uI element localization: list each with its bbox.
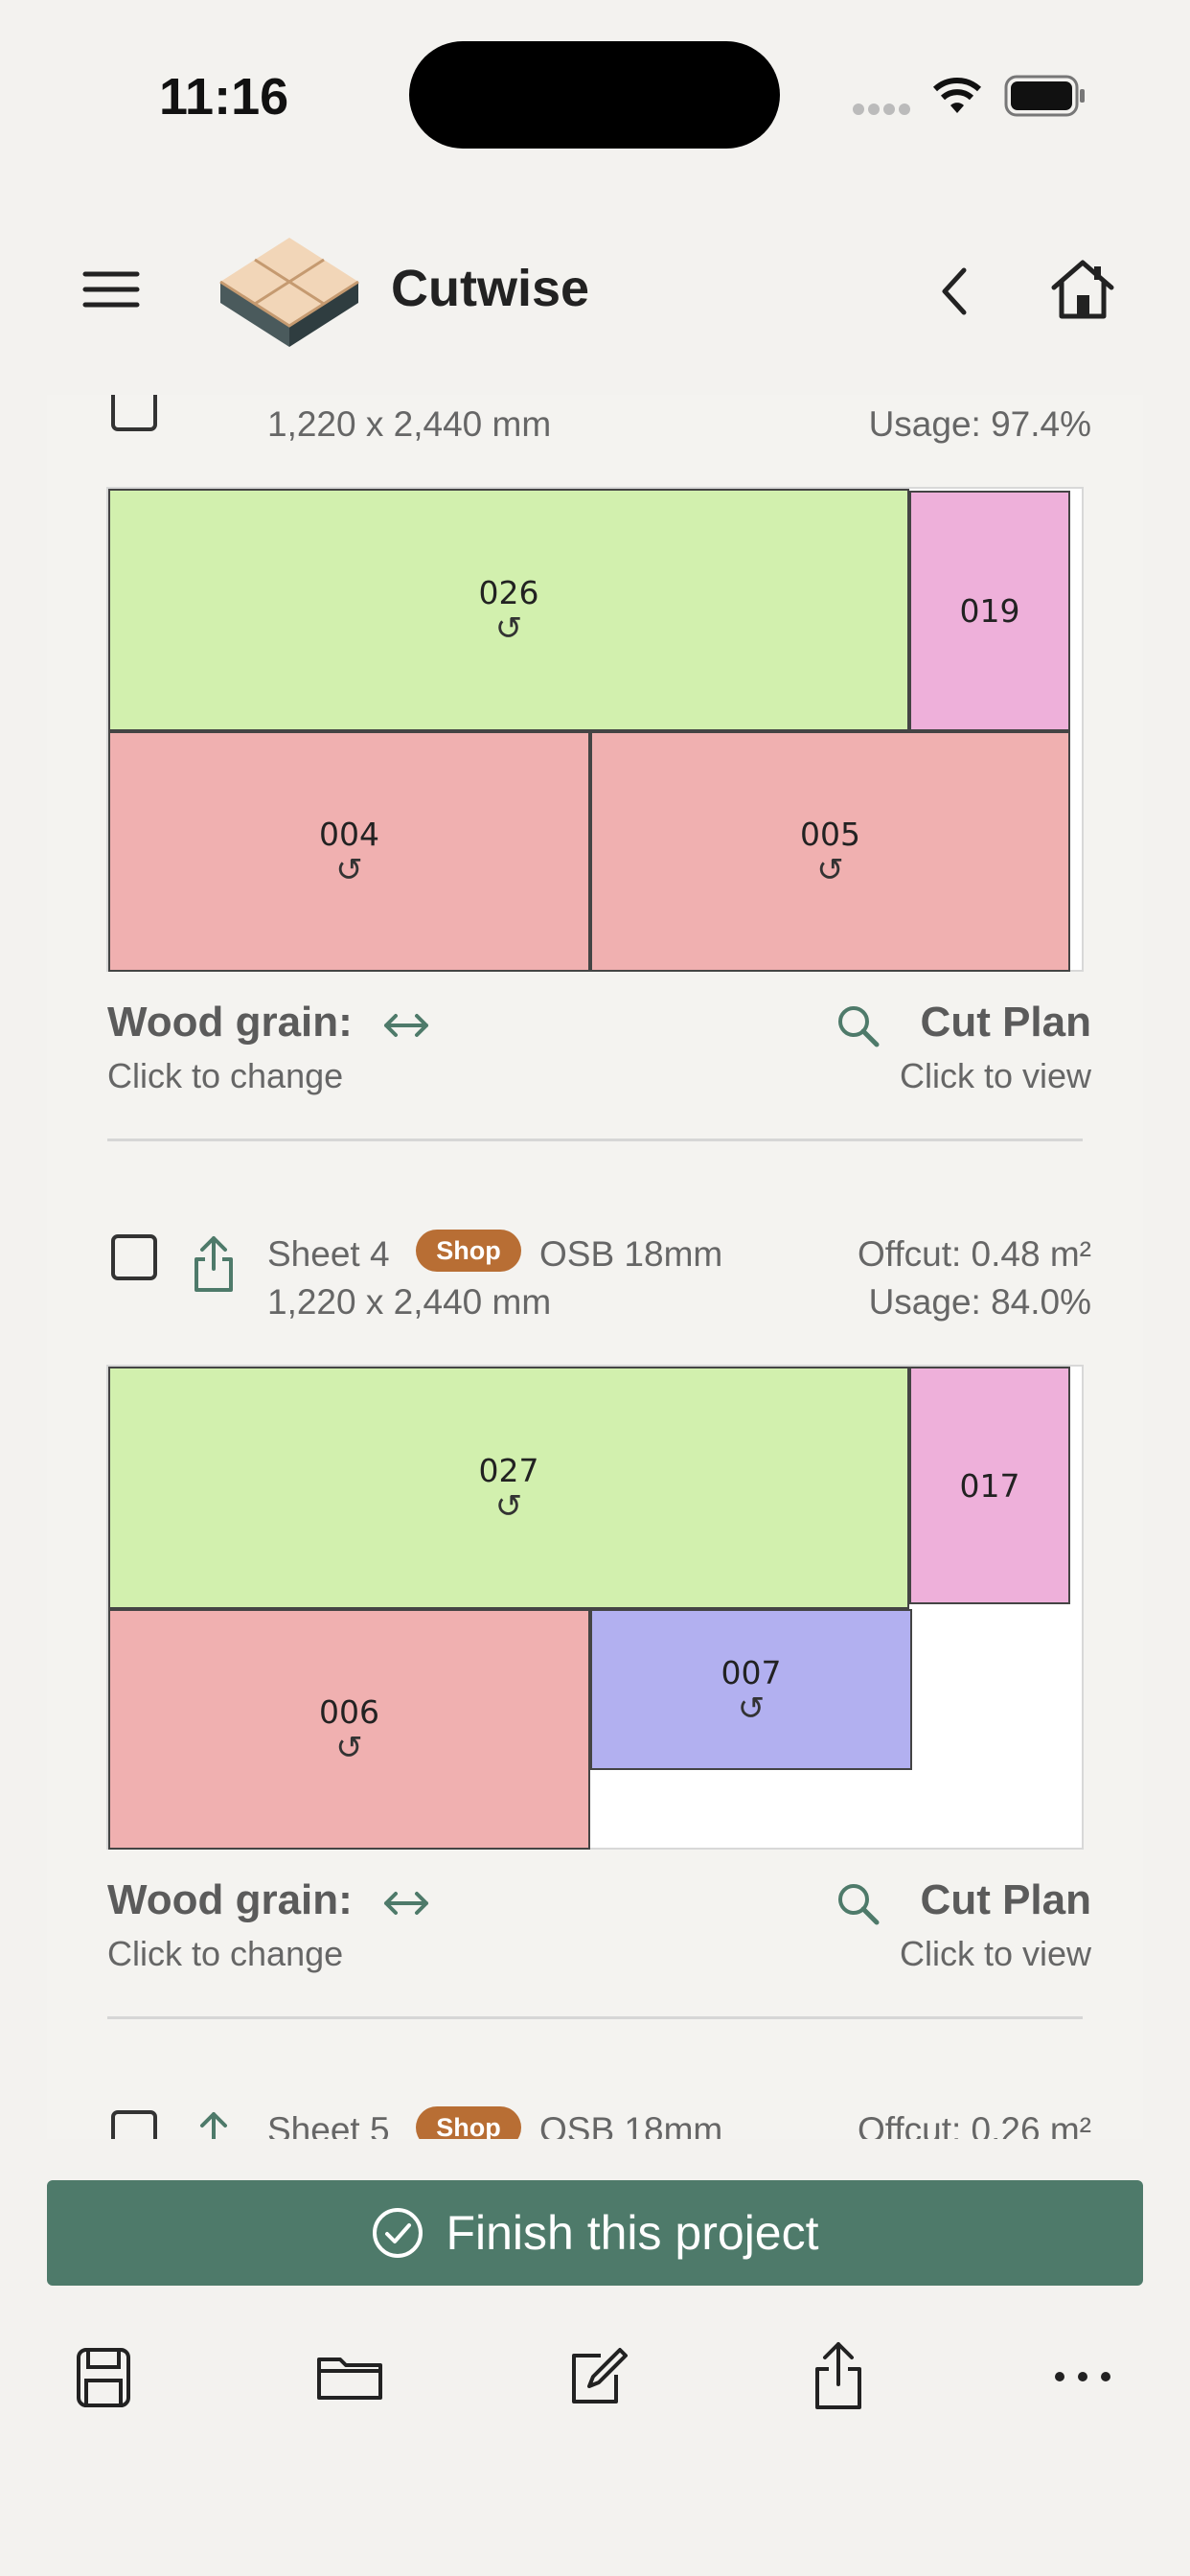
cut-plan-hint: Click to view — [899, 1934, 1091, 1973]
rotate-icon[interactable]: ↺ — [816, 853, 844, 887]
more-icon[interactable] — [1044, 2338, 1121, 2415]
divider — [107, 1138, 1083, 1141]
piece[interactable]: 005 ↺ — [590, 731, 1070, 972]
battery-icon — [1004, 75, 1085, 117]
cut-plan-hint: Click to view — [899, 1056, 1091, 1095]
rotate-icon[interactable]: ↺ — [335, 853, 363, 887]
save-icon[interactable] — [65, 2338, 142, 2415]
home-icon[interactable] — [1050, 259, 1115, 320]
sheet-checkbox[interactable] — [111, 2110, 157, 2139]
sheet-checkbox[interactable] — [111, 1234, 157, 1280]
shop-badge: Shop — [416, 2106, 521, 2139]
piece[interactable]: 026 ↺ — [108, 489, 909, 731]
dynamic-island — [409, 41, 780, 149]
piece-label: 019 — [959, 592, 1020, 630]
app-logo-icon — [219, 238, 359, 347]
menu-icon[interactable] — [82, 270, 140, 309]
wood-grain-label[interactable]: Wood grain: — [107, 999, 353, 1046]
sheet-list[interactable]: 1,220 x 2,440 mm Usage: 97.4% 026 ↺ 019 0… — [47, 393, 1143, 2139]
rotate-icon[interactable]: ↺ — [738, 1691, 766, 1726]
piece[interactable]: 006 ↺ — [108, 1609, 590, 1850]
folder-icon[interactable] — [311, 2338, 388, 2415]
search-icon[interactable] — [835, 1880, 881, 1926]
piece[interactable]: 017 — [909, 1367, 1070, 1604]
piece-label: 017 — [959, 1466, 1020, 1505]
finish-project-label: Finish this project — [446, 2206, 819, 2260]
piece-label: 004 — [319, 816, 379, 853]
sheet-offcut: Offcut: 0.26 m² — [857, 2110, 1091, 2139]
status-time: 11:16 — [159, 68, 289, 126]
grain-horizontal-icon[interactable] — [382, 1006, 430, 1045]
sheet-offcut: Offcut: 0.48 m² — [857, 1234, 1091, 1274]
cellular-signal-icon — [853, 104, 910, 115]
sheet-dimensions: 1,220 x 2,440 mm — [267, 1282, 552, 1322]
wood-grain-hint: Click to change — [107, 1934, 344, 1973]
piece-label: 006 — [319, 1693, 379, 1731]
nav-bar: Cutwise — [0, 182, 1190, 395]
piece-label: 027 — [478, 1452, 539, 1489]
sheet-dimensions: 1,220 x 2,440 mm — [267, 404, 552, 444]
sheet-layout-board[interactable]: 026 ↺ 019 004 ↺ 005 ↺ — [106, 487, 1084, 972]
piece[interactable]: 027 ↺ — [108, 1367, 909, 1609]
divider — [107, 2016, 1083, 2019]
piece-label: 007 — [721, 1653, 782, 1691]
finish-project-button[interactable]: Finish this project — [47, 2180, 1143, 2286]
edit-icon[interactable] — [559, 2338, 635, 2415]
piece[interactable]: 004 ↺ — [108, 731, 590, 972]
piece-label: 026 — [478, 574, 539, 611]
sheet-usage: Usage: 97.4% — [868, 404, 1091, 444]
rotate-icon[interactable]: ↺ — [335, 1731, 363, 1765]
piece-label: 005 — [800, 816, 860, 853]
shop-badge: Shop — [416, 1230, 521, 1272]
rotate-icon[interactable]: ↺ — [495, 1489, 523, 1524]
share-icon[interactable] — [191, 1234, 237, 1294]
search-icon[interactable] — [835, 1002, 881, 1048]
sheet-name: Sheet 5 — [267, 2110, 390, 2139]
sheet-name: Sheet 4 — [267, 1234, 390, 1274]
sheet-material: OSB 18mm — [539, 2110, 723, 2139]
sheet-layout-board[interactable]: 027 ↺ 017 006 ↺ 007 ↺ — [106, 1365, 1084, 1850]
sheet-checkbox[interactable] — [111, 393, 157, 431]
back-chevron-icon[interactable] — [935, 264, 973, 318]
wood-grain-label[interactable]: Wood grain: — [107, 1876, 353, 1924]
share-icon[interactable] — [191, 2110, 237, 2139]
wood-grain-hint: Click to change — [107, 1056, 344, 1095]
share-icon[interactable] — [800, 2338, 877, 2415]
sheet-usage: Usage: 84.0% — [868, 1282, 1091, 1322]
piece[interactable]: 007 ↺ — [590, 1609, 912, 1770]
sheet-material: OSB 18mm — [539, 1234, 723, 1274]
cut-plan-link[interactable]: Cut Plan — [921, 999, 1091, 1046]
cut-plan-link[interactable]: Cut Plan — [921, 1876, 1091, 1924]
checkmark-circle-icon — [373, 2208, 423, 2258]
wifi-icon — [932, 78, 982, 113]
rotate-icon[interactable]: ↺ — [495, 611, 523, 646]
bottom-toolbar — [0, 2338, 1190, 2434]
piece[interactable]: 019 — [909, 491, 1070, 731]
status-bar: 11:16 — [0, 0, 1190, 182]
app-title: Cutwise — [391, 260, 590, 317]
grain-horizontal-icon[interactable] — [382, 1884, 430, 1922]
